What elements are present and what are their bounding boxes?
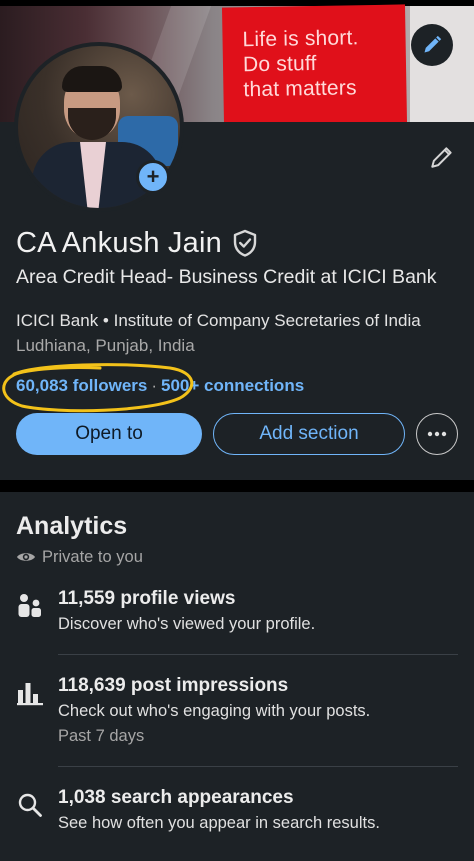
search-icon xyxy=(16,791,44,819)
profile-card: + CA Ankush Jain Area Credit Head- Busin… xyxy=(0,42,474,480)
pencil-icon xyxy=(424,35,442,53)
post-impressions-title: 118,639 post impressions xyxy=(58,675,289,696)
section-separator xyxy=(0,480,474,492)
analytics-visibility-label: Private to you xyxy=(42,547,143,566)
people-icon xyxy=(16,592,44,620)
profile-company-education: ICICI Bank • Institute of Company Secret… xyxy=(16,311,421,330)
verified-shield-icon[interactable] xyxy=(232,229,258,257)
profile-headline: Area Credit Head- Business Credit at ICI… xyxy=(16,266,437,288)
analytics-item-profile-views[interactable]: 11,559 profile views Discover who's view… xyxy=(0,588,474,644)
edit-banner-button[interactable] xyxy=(411,24,453,66)
name-row: CA Ankush Jain xyxy=(16,225,258,261)
divider xyxy=(58,766,458,767)
search-appearances-title: 1,038 search appearances xyxy=(58,787,294,808)
analytics-visibility: Private to you xyxy=(16,546,143,568)
divider xyxy=(58,654,458,655)
eye-icon xyxy=(17,553,35,561)
analytics-item-search-appearances[interactable]: 1,038 search appearances See how often y… xyxy=(0,787,474,843)
edit-intro-button[interactable] xyxy=(425,140,459,174)
pencil-icon xyxy=(431,147,452,168)
add-section-button[interactable]: Add section xyxy=(213,413,405,455)
network-stats: 60,083 followers · 500+ connections xyxy=(16,376,304,396)
connections-link[interactable]: 500+ connections xyxy=(161,376,304,395)
banner-slogan-card: Life is short. Do stuff that matters xyxy=(221,4,408,126)
followers-link[interactable]: 60,083 followers xyxy=(16,376,147,395)
profile-name: CA Ankush Jain xyxy=(16,226,222,259)
more-actions-button[interactable] xyxy=(416,413,458,455)
banner-slogan-line3: that matters xyxy=(243,76,357,102)
post-impressions-description: Check out who's engaging with your posts… xyxy=(58,702,371,720)
plus-icon: + xyxy=(146,164,160,189)
post-impressions-period: Past 7 days xyxy=(58,727,145,745)
banner-slogan-line1: Life is short. xyxy=(242,26,359,52)
analytics-title: Analytics xyxy=(16,512,128,540)
search-appearances-description: See how often you appear in search resul… xyxy=(58,814,380,832)
more-dots-icon xyxy=(427,431,447,437)
profile-views-description: Discover who's viewed your profile. xyxy=(58,615,316,633)
add-photo-button[interactable]: + xyxy=(136,160,170,194)
analytics-item-post-impressions[interactable]: 118,639 post impressions Check out who's… xyxy=(0,675,474,755)
banner-slogan-line2: Do stuff xyxy=(242,51,317,77)
open-to-button[interactable]: Open to xyxy=(16,413,202,455)
profile-location: Ludhiana, Punjab, India xyxy=(16,336,195,355)
bar-chart-icon xyxy=(16,679,44,707)
profile-views-title: 11,559 profile views xyxy=(58,588,236,609)
analytics-section: Analytics Private to you 11,559 profile … xyxy=(0,492,474,861)
stats-separator: · xyxy=(151,376,158,395)
